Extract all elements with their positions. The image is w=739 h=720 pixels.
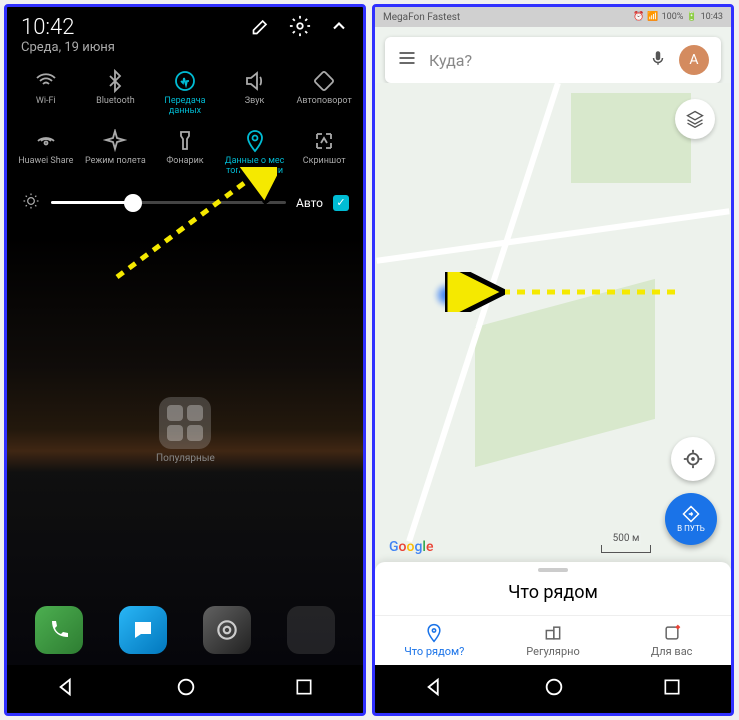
phone-quick-settings: 10:42 Среда, 19 июня Wi-Fi Bluetooth Пер…	[4, 4, 366, 716]
nav-back[interactable]	[56, 676, 78, 702]
tab-foryou[interactable]: Для вас	[612, 616, 731, 665]
folder-icon	[159, 397, 211, 449]
dock-phone[interactable]	[35, 606, 83, 654]
nav-back-2[interactable]	[424, 676, 446, 702]
brightness-icon	[21, 191, 41, 215]
home-folder[interactable]: Популярные	[156, 397, 214, 464]
locate-button[interactable]	[671, 437, 715, 481]
alarm-icon: ⏰	[633, 12, 644, 22]
phone-maps: MegaFon Fastest ⏰ 📶 100% 🔋 10:43 Куда? A…	[372, 4, 734, 716]
rotate-icon	[312, 69, 336, 93]
nav-recent[interactable]	[294, 677, 314, 701]
airplane-icon	[103, 129, 127, 153]
status-date: Среда, 19 июня	[21, 40, 115, 55]
current-location-dot	[435, 283, 459, 307]
nav-home[interactable]	[175, 676, 197, 702]
go-button-label: В ПУТЬ	[677, 524, 705, 533]
status-time-2: 10:43	[701, 12, 723, 22]
location-icon	[243, 129, 267, 153]
google-logo: Google	[389, 539, 433, 555]
qs-tile-wifi[interactable]: Wi-Fi	[12, 69, 80, 117]
dock-messages[interactable]	[119, 606, 167, 654]
battery-label: 100%	[662, 12, 684, 22]
folder-label: Популярные	[156, 453, 214, 464]
qs-tile-screenshot[interactable]: Скриншот	[290, 129, 358, 177]
screenshot-icon	[312, 129, 336, 153]
mic-icon[interactable]	[649, 49, 667, 71]
brightness-slider[interactable]	[51, 201, 286, 204]
quick-settings-panel: Wi-Fi Bluetooth Передача данных Звук Авт…	[7, 57, 363, 233]
qs-tile-share[interactable]: Huawei Share	[12, 129, 80, 177]
share-icon	[34, 129, 58, 153]
nav-bar	[7, 665, 363, 713]
search-placeholder: Куда?	[429, 51, 637, 70]
qs-tile-bluetooth[interactable]: Bluetooth	[81, 69, 149, 117]
search-bar[interactable]: Куда? A	[385, 37, 721, 83]
map-view[interactable]	[375, 83, 731, 565]
bluetooth-icon	[103, 69, 127, 93]
qs-tile-location[interactable]: Данные о мес тоположении	[221, 129, 289, 177]
sound-icon	[243, 69, 267, 93]
avatar[interactable]: A	[679, 45, 709, 75]
go-button[interactable]: В ПУТЬ	[665, 493, 717, 545]
data-icon	[173, 69, 197, 93]
map-scale: 500 м	[601, 545, 651, 553]
status-bar-2: MegaFon Fastest ⏰ 📶 100% 🔋 10:43	[375, 7, 731, 27]
directions-icon	[682, 505, 700, 523]
chevron-up-icon[interactable]	[329, 16, 349, 40]
settings-icon[interactable]	[289, 15, 311, 41]
edit-icon[interactable]	[251, 16, 271, 40]
qs-tile-flash[interactable]: Фонарик	[151, 129, 219, 177]
dock-settings[interactable]	[203, 606, 251, 654]
qs-tile-data[interactable]: Передача данных	[151, 69, 219, 117]
qs-tile-airplane[interactable]: Режим полета	[81, 129, 149, 177]
carrier-label: MegaFon Fastest	[383, 12, 460, 23]
signal-icon: 📶	[647, 12, 658, 22]
tab-commute[interactable]: Регулярно	[494, 616, 613, 665]
bottom-sheet[interactable]: Что рядом Что рядом? Регулярно Для вас	[375, 562, 731, 665]
qs-tile-rotate[interactable]: Автоповорот	[290, 69, 358, 117]
battery-icon: 🔋	[686, 12, 697, 22]
sheet-handle[interactable]	[538, 568, 568, 572]
auto-brightness-label: Авто	[296, 196, 323, 210]
layers-button[interactable]	[675, 99, 715, 139]
dock	[7, 595, 363, 665]
nav-bar-2	[375, 665, 731, 713]
tabs: Что рядом? Регулярно Для вас	[375, 615, 731, 665]
qs-tile-sound[interactable]: Звук	[221, 69, 289, 117]
wifi-icon	[34, 69, 58, 93]
auto-brightness-checkbox[interactable]: ✓	[333, 195, 349, 211]
nav-recent-2[interactable]	[662, 677, 682, 701]
brightness-row: Авто ✓	[7, 183, 363, 223]
sheet-title: Что рядом	[375, 578, 731, 615]
flashlight-icon	[173, 129, 197, 153]
menu-icon[interactable]	[397, 48, 417, 72]
nav-home-2[interactable]	[543, 676, 565, 702]
status-bar: 10:42 Среда, 19 июня	[7, 7, 363, 57]
dock-apps[interactable]	[287, 606, 335, 654]
status-time: 10:42	[21, 15, 115, 40]
tab-nearby[interactable]: Что рядом?	[375, 616, 494, 665]
